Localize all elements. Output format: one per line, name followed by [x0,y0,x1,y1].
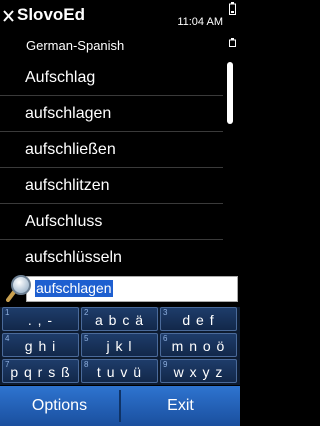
list-item-label: aufschlitzen [25,176,110,194]
close-icon[interactable] [2,9,15,23]
list-item[interactable]: Aufschluss [0,204,223,240]
list-item[interactable]: aufschlagen [0,96,223,132]
exit-softkey-label: Exit [167,397,194,414]
key-letters: j k l [106,338,133,354]
list-item-label: Aufschluss [25,212,103,230]
list-item[interactable]: aufschließen [0,132,223,168]
list-item-label: aufschließen [25,140,116,158]
list-item-label: aufschlagen [25,104,112,122]
itu-keypad: 1 . , - 2 a b c ä 3 d e f 4 g h i 5 j k … [0,307,240,385]
options-softkey[interactable]: Options [0,386,119,426]
key-4[interactable]: 4 g h i [2,333,79,357]
search-row: aufschlagen [0,270,240,306]
scrollbar-thumb[interactable] [227,62,233,124]
word-list: Aufschlag aufschlagen aufschließen aufsc… [0,60,223,276]
key-letters: g h i [24,338,57,354]
options-softkey-label: Options [31,397,88,414]
key-8[interactable]: 8 t u v ü [81,359,158,383]
key-7[interactable]: 7 p q r s ß [2,359,79,383]
list-item[interactable]: aufschlitzen [0,168,223,204]
search-input[interactable]: aufschlagen [26,276,238,302]
key-letters: a b c ä [94,312,145,328]
scrollbar[interactable] [225,60,235,268]
title-bar: SlovoEd 11:04 AM [0,0,240,36]
key-1[interactable]: 1 . , - [2,307,79,331]
softkey-bar: Options Exit [0,386,240,426]
battery-icon [229,2,236,15]
search-query: aufschlagen [35,280,113,297]
clock: 11:04 AM [177,16,223,28]
key-letters: d e f [182,312,215,328]
key-9[interactable]: 9 w x y z [160,359,237,383]
key-letters: . , - [27,312,54,328]
search-icon [6,275,31,302]
list-item[interactable]: Aufschlag [0,60,223,96]
key-6[interactable]: 6 m n o ö [160,333,237,357]
dictionary-name: German-Spanish [26,38,125,53]
list-item-label: aufschlüsseln [25,248,122,266]
signal-icon [229,38,236,47]
exit-softkey[interactable]: Exit [121,386,240,426]
key-letters: w x y z [173,364,224,380]
key-letters: p q r s ß [10,364,71,380]
list-item-label: Aufschlag [25,68,96,86]
app-title: SlovoEd [17,5,86,24]
key-3[interactable]: 3 d e f [160,307,237,331]
key-letters: t u v ü [96,364,143,380]
key-letters: m n o ö [171,338,226,354]
key-2[interactable]: 2 a b c ä [81,307,158,331]
key-5[interactable]: 5 j k l [81,333,158,357]
